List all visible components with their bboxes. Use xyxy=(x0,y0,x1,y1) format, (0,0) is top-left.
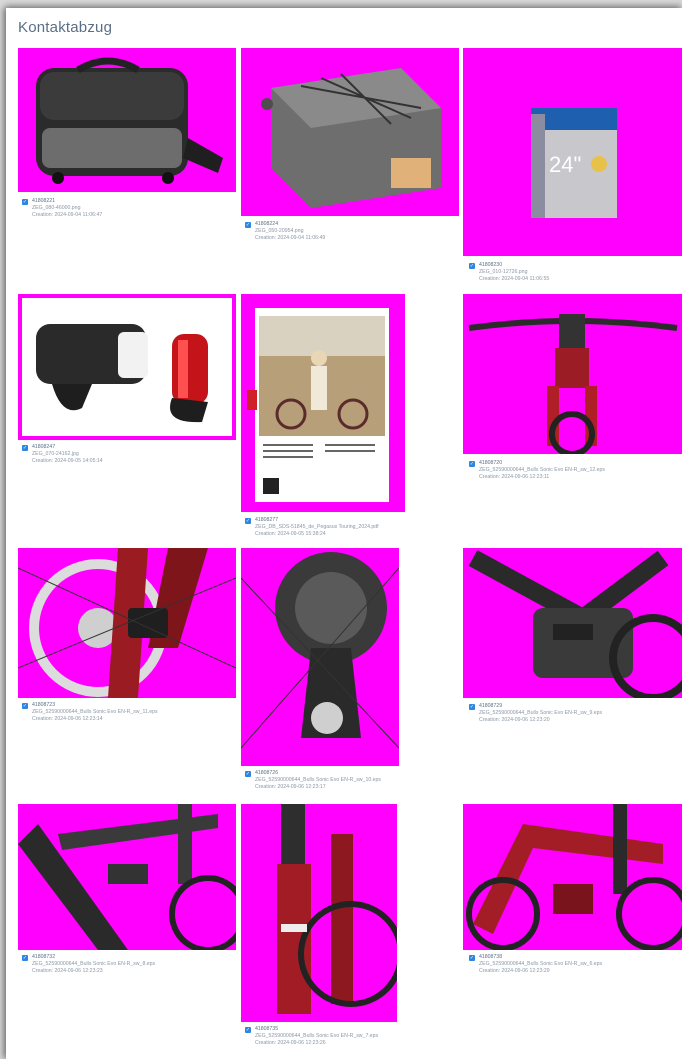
item-id: 41808277 xyxy=(255,517,279,523)
item-meta: ✓ 41808723 ZEG_52590000644_Bulls Sonic Ev… xyxy=(22,702,158,723)
item-meta: ✓ 41808277 ZEG_DB_SDS-51845_de_Pegasus To… xyxy=(245,517,379,538)
item-filename: ZEG_52590000644_Bulls Sonic Evo EN-R_sw_… xyxy=(255,777,382,783)
item-meta: ✓ 41808720 ZEG_52590000644_Bulls Sonic Ev… xyxy=(469,460,605,481)
carrier-bag-image xyxy=(261,68,441,208)
item-id: 41808247 xyxy=(32,444,56,450)
contact-card[interactable]: ✓ 41808726 ZEG_52590000644_Bulls Sonic Ev… xyxy=(241,548,459,808)
checkbox-checked-icon[interactable]: ✓ xyxy=(22,954,28,961)
item-filename: ZEG_52590000644_Bulls Sonic Evo EN-R_sw_… xyxy=(479,710,603,716)
contact-card[interactable]: ✓ 41808735 ZEG_52590000644_Bulls Sonic Ev… xyxy=(241,804,459,1059)
product-thumbnail[interactable] xyxy=(241,48,459,216)
contact-card[interactable]: ✓ 41808221 ZEG_080-46000.png Creation: 20… xyxy=(18,48,236,228)
item-created: Creation: 2024-09-06 12:23:29 xyxy=(479,968,550,974)
checkbox-checked-icon[interactable]: ✓ xyxy=(22,702,28,709)
product-thumbnail[interactable] xyxy=(241,804,397,1022)
checkbox-checked-icon[interactable]: ✓ xyxy=(245,221,251,228)
red-frame-detail-image xyxy=(466,804,682,950)
checkbox-checked-icon[interactable]: ✓ xyxy=(469,460,475,467)
contact-card[interactable]: ✓ 41808729 ZEG_52590000644_Bulls Sonic Ev… xyxy=(463,548,682,748)
item-meta: ✓ 41808735 ZEG_52590000644_Bulls Sonic Ev… xyxy=(245,1026,378,1047)
box-size-text: 24" xyxy=(549,152,581,177)
item-id: 41808738 xyxy=(479,954,503,960)
item-created: Creation: 2024-09-06 12:23:14 xyxy=(32,716,103,722)
checkbox-checked-icon[interactable]: ✓ xyxy=(469,262,475,269)
item-filename: ZEG_52590000644_Bulls Sonic Evo EN-R_sw_… xyxy=(255,1033,379,1039)
motor-unit-image xyxy=(468,550,682,698)
product-thumbnail[interactable] xyxy=(241,294,405,512)
suspension-fork-image xyxy=(277,804,397,1014)
item-created: Creation: 2024-09-06 12:23:23 xyxy=(32,968,103,974)
product-thumbnail[interactable] xyxy=(241,548,399,766)
rear-derailleur-image xyxy=(241,552,399,749)
contact-card[interactable]: ✓ 41808723 ZEG_52590000644_Bulls Sonic Ev… xyxy=(18,548,236,748)
item-meta: ✓ 41808729 ZEG_52590000644_Bulls Sonic Ev… xyxy=(469,703,602,724)
item-filename: ZEG_070-24162.jpg xyxy=(32,451,79,457)
item-filename: ZEG_52590000644_Bulls Sonic Evo EN-R_sw_… xyxy=(479,961,603,967)
item-meta: ✓ 41808221 ZEG_080-46000.png Creation: 20… xyxy=(22,198,102,219)
handlebar-bag-image xyxy=(36,57,223,184)
product-thumbnail[interactable] xyxy=(18,548,236,698)
checkbox-checked-icon[interactable]: ✓ xyxy=(22,198,28,205)
item-id: 41808735 xyxy=(255,1026,279,1032)
checkbox-checked-icon[interactable]: ✓ xyxy=(245,1026,251,1033)
item-created: Creation: 2024-09-05 14:05:14 xyxy=(32,458,103,464)
bike-light-set-image xyxy=(36,324,208,423)
item-created: Creation: 2024-09-04 11:06:49 xyxy=(255,235,326,241)
item-created: Creation: 2024-09-04 11:06:47 xyxy=(32,212,103,218)
item-meta: ✓ 41808247 ZEG_070-24162.jpg Creation: 20… xyxy=(22,444,103,465)
item-filename: ZEG_080-46000.png xyxy=(32,205,81,211)
product-thumbnail[interactable]: 24" xyxy=(463,48,682,256)
product-thumbnail[interactable] xyxy=(463,294,682,454)
item-id: 41808732 xyxy=(32,954,56,960)
inner-tube-box-image: 24" xyxy=(531,108,617,218)
item-id: 41808224 xyxy=(255,221,279,227)
item-filename: ZEG_52590000644_Bulls Sonic Evo EN-R_sw_… xyxy=(479,467,606,473)
product-thumbnail[interactable] xyxy=(18,804,236,950)
contact-card[interactable]: ✓ 41808247 ZEG_070-24162.jpg Creation: 20… xyxy=(18,294,236,484)
item-meta: ✓ 41808224 ZEG_050-20954.png Creation: 20… xyxy=(245,221,325,242)
contact-card[interactable]: ✓ 41808224 ZEG_050-20954.png Creation: 20… xyxy=(241,48,459,248)
item-created: Creation: 2024-09-04 11:06:55 xyxy=(479,276,550,282)
item-created: Creation: 2024-09-05 15:38:24 xyxy=(255,531,326,537)
item-filename: ZEG_52590000644_Bulls Sonic Evo EN-R_sw_… xyxy=(32,709,158,715)
page-title: Kontaktabzug xyxy=(18,19,113,36)
contact-card[interactable]: ✓ 41808738 ZEG_52590000644_Bulls Sonic Ev… xyxy=(463,804,682,1004)
item-filename: ZEG_DB_SDS-51845_de_Pegasus Touring_2024… xyxy=(255,524,379,530)
item-created: Creation: 2024-09-06 12:23:11 xyxy=(479,474,550,480)
checkbox-checked-icon[interactable]: ✓ xyxy=(22,444,28,451)
contact-sheet: Kontaktabzug ✓ 41808221 ZEG_080-46000.png… xyxy=(6,8,682,1059)
product-thumbnail[interactable] xyxy=(463,548,682,698)
item-id: 41808230 xyxy=(479,262,503,268)
product-thumbnail[interactable] xyxy=(463,804,682,950)
brochure-page-image xyxy=(247,308,389,502)
item-filename: ZEG_010-12726.png xyxy=(479,269,528,275)
item-id: 41808723 xyxy=(32,702,56,708)
item-meta: ✓ 41808726 ZEG_52590000644_Bulls Sonic Ev… xyxy=(245,770,381,791)
item-id: 41808726 xyxy=(255,770,279,776)
handlebar-fork-image xyxy=(468,314,678,454)
item-created: Creation: 2024-09-06 12:23:17 xyxy=(255,784,326,790)
disc-brake-image xyxy=(18,548,236,698)
contact-card[interactable]: ✓ 41808277 ZEG_DB_SDS-51845_de_Pegasus To… xyxy=(241,294,459,554)
item-filename: ZEG_050-20954.png xyxy=(255,228,304,234)
item-created: Creation: 2024-09-06 12:23:26 xyxy=(255,1040,326,1046)
checkbox-checked-icon[interactable]: ✓ xyxy=(245,517,251,524)
item-id: 41808221 xyxy=(32,198,56,204)
checkbox-checked-icon[interactable]: ✓ xyxy=(469,954,475,961)
item-meta: ✓ 41808738 ZEG_52590000644_Bulls Sonic Ev… xyxy=(469,954,602,975)
item-id: 41808729 xyxy=(479,703,503,709)
contact-card[interactable]: 24" ✓ 41808230 ZEG_010-12726.png Creation… xyxy=(463,48,682,298)
contact-card[interactable]: ✓ 41808732 ZEG_52590000644_Bulls Sonic Ev… xyxy=(18,804,236,1004)
item-filename: ZEG_52590000644_Bulls Sonic Evo EN-R_sw_… xyxy=(32,961,156,967)
item-id: 41808720 xyxy=(479,460,503,466)
item-meta: ✓ 41808230 ZEG_010-12726.png Creation: 20… xyxy=(469,262,549,283)
checkbox-checked-icon[interactable]: ✓ xyxy=(469,703,475,710)
checkbox-checked-icon[interactable]: ✓ xyxy=(245,770,251,777)
contact-card[interactable]: ✓ 41808720 ZEG_52590000644_Bulls Sonic Ev… xyxy=(463,294,682,494)
item-meta: ✓ 41808732 ZEG_52590000644_Bulls Sonic Ev… xyxy=(22,954,155,975)
item-created: Creation: 2024-09-06 12:23:20 xyxy=(479,717,550,723)
product-thumbnail[interactable] xyxy=(18,294,236,440)
product-thumbnail[interactable] xyxy=(18,48,236,192)
frame-top-tube-image xyxy=(18,804,236,950)
